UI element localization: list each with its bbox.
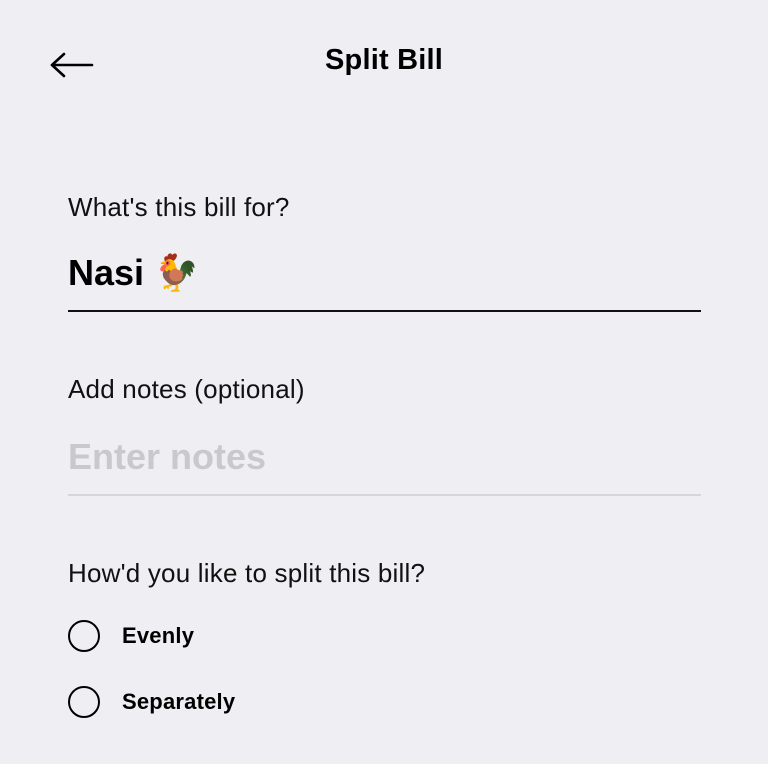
split-evenly-option[interactable]: Evenly [68,616,701,656]
split-method-question: How'd you like to split this bill? [68,558,426,588]
notes-field: Add notes (optional) [68,372,701,496]
header: Split Bill [0,0,768,130]
bill-purpose-input[interactable] [68,242,701,312]
radio-unselected-icon[interactable] [68,620,100,652]
notes-input[interactable] [68,426,701,496]
bill-purpose-label: What's this bill for? [68,192,290,222]
radio-unselected-icon[interactable] [68,686,100,718]
split-separately-option[interactable]: Separately [68,682,701,722]
bill-purpose-field: What's this bill for? [68,190,701,312]
notes-label: Add notes (optional) [68,374,305,404]
split-method-section: How'd you like to split this bill? Evenl… [68,556,701,722]
page-title: Split Bill [325,44,443,76]
split-separately-label: Separately [122,689,236,714]
split-evenly-label: Evenly [122,623,195,648]
